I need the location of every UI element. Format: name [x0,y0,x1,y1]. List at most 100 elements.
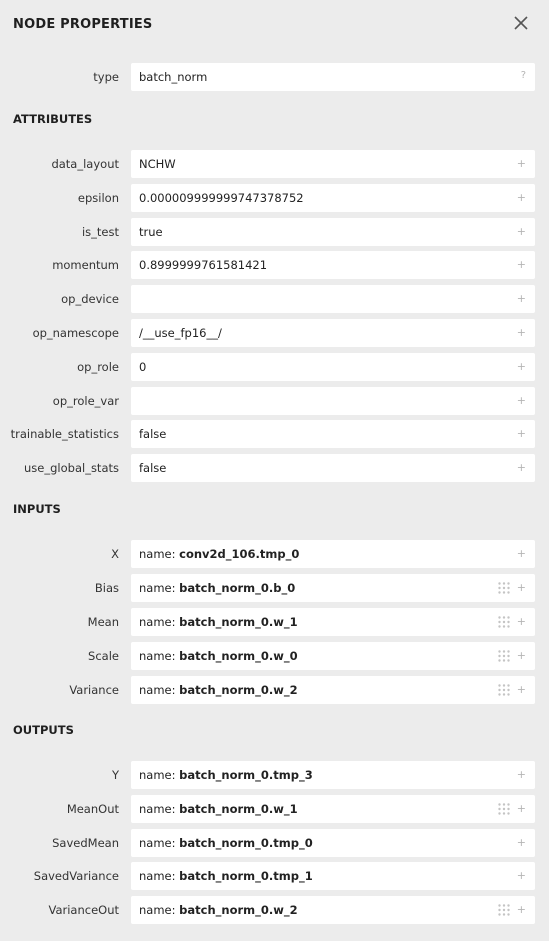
expand-icon[interactable]: + [517,285,526,313]
input-row-value-box[interactable]: name: conv2d_106.tmp_0 + [131,540,535,568]
expand-icon[interactable]: + [517,829,526,857]
panel-title: NODE PROPERTIES [13,17,153,32]
type-value: batch_norm [139,70,208,84]
expand-icon[interactable]: + [517,896,526,924]
attribute-row-label: epsilon [77,191,119,205]
drag-handle-icon[interactable] [498,582,510,594]
input-row-label: X [111,547,119,561]
attribute-row-label: op_device [61,292,119,306]
tensor-name: batch_norm_0.tmp_0 [179,836,313,850]
attribute-row-value-box[interactable]: 0.8999999761581421 + [131,251,535,279]
attribute-row: op_role 0 + [0,353,549,381]
attribute-row-value-box[interactable]: + [131,387,535,415]
attribute-row-label: data_layout [51,157,119,171]
attribute-row-value: true [139,225,163,239]
attribute-row: data_layout NCHW + [0,150,549,178]
input-row-value: name: batch_norm_0.w_2 [139,676,298,704]
expand-icon[interactable]: + [517,642,526,670]
output-row-value-box[interactable]: name: batch_norm_0.tmp_1 + [131,862,535,890]
attribute-row-value-box[interactable]: true + [131,218,535,246]
drag-handle-icon[interactable] [498,650,510,662]
name-prefix: name: [139,802,180,816]
section-attributes: ATTRIBUTES [13,112,93,126]
input-row: Scale name: batch_norm_0.w_0 + [0,642,549,670]
output-row: SavedVariance name: batch_norm_0.tmp_1 + [0,862,549,890]
input-row-value-box[interactable]: name: batch_norm_0.w_0 + [131,642,535,670]
attribute-row-label: is_test [81,225,119,239]
attribute-row-value: NCHW [139,157,176,171]
expand-icon[interactable]: + [517,353,526,381]
attribute-row-value-box[interactable]: 0.000009999999747378752 + [131,184,535,212]
tensor-name: batch_norm_0.w_2 [179,903,298,917]
drag-handle-icon[interactable] [498,616,510,628]
help-icon[interactable]: ? [521,63,526,91]
expand-icon[interactable]: + [517,218,526,246]
name-prefix: name: [139,683,180,697]
output-row-value-box[interactable]: name: batch_norm_0.tmp_3 + [131,761,535,789]
input-row: Variance name: batch_norm_0.w_2 + [0,676,549,704]
output-row-value: name: batch_norm_0.w_2 [139,896,298,924]
drag-handle-icon[interactable] [498,684,510,696]
expand-icon[interactable]: + [517,454,526,482]
attribute-row-label: op_namescope [32,326,119,340]
output-row-value-box[interactable]: name: batch_norm_0.tmp_0 + [131,829,535,857]
output-row-value-box[interactable]: name: batch_norm_0.w_1 + [131,795,535,823]
drag-handle-icon[interactable] [498,803,510,815]
attribute-row-value-box[interactable]: /__use_fp16__/ + [131,319,535,347]
tensor-name: batch_norm_0.b_0 [179,581,296,595]
expand-icon[interactable]: + [517,184,526,212]
name-prefix: name: [139,615,180,629]
expand-icon[interactable]: + [517,319,526,347]
attribute-row: momentum 0.8999999761581421 + [0,251,549,279]
output-row-label: VarianceOut [48,903,119,917]
tensor-name: batch_norm_0.tmp_1 [179,869,313,883]
input-row-value-box[interactable]: name: batch_norm_0.b_0 + [131,574,535,602]
attribute-row-value-box[interactable]: + [131,285,535,313]
expand-icon[interactable]: + [517,387,526,415]
output-row: SavedMean name: batch_norm_0.tmp_0 + [0,829,549,857]
attribute-row-value-box[interactable]: 0 + [131,353,535,381]
drag-handle-icon[interactable] [498,904,510,916]
expand-icon[interactable]: + [517,251,526,279]
attribute-row-value: 0 [139,360,147,374]
attribute-row-value: false [139,427,167,441]
input-row-value: name: conv2d_106.tmp_0 [139,540,299,568]
name-prefix: name: [139,581,180,595]
type-label: type [93,70,119,84]
type-value-box[interactable]: batch_norm ? [131,63,535,91]
input-row: Mean name: batch_norm_0.w_1 + [0,608,549,636]
tensor-name: batch_norm_0.w_1 [179,802,298,816]
input-row-value: name: batch_norm_0.b_0 [139,574,295,602]
node-properties-panel: NODE PROPERTIES type batch_norm ? ATTRIB… [0,0,549,941]
output-row-label: SavedVariance [33,869,119,883]
output-row: VarianceOut name: batch_norm_0.w_2 + [0,896,549,924]
input-row-value-box[interactable]: name: batch_norm_0.w_1 + [131,608,535,636]
attribute-row-value-box[interactable]: false + [131,454,535,482]
attribute-row-value: /__use_fp16__/ [139,326,222,340]
expand-icon[interactable]: + [517,676,526,704]
attribute-row-label: op_role [77,360,119,374]
expand-icon[interactable]: + [517,420,526,448]
attribute-row-value: 0.000009999999747378752 [139,191,304,205]
tensor-name: conv2d_106.tmp_0 [179,547,300,561]
attribute-row: op_device + [0,285,549,313]
attribute-row-label: op_role_var [52,394,119,408]
attribute-row-value-box[interactable]: false + [131,420,535,448]
expand-icon[interactable]: + [517,862,526,890]
tensor-name: batch_norm_0.w_0 [179,649,298,663]
expand-icon[interactable]: + [517,574,526,602]
attribute-row-value-box[interactable]: NCHW + [131,150,535,178]
output-row-value: name: batch_norm_0.tmp_1 [139,862,313,890]
close-icon[interactable] [512,14,530,32]
output-row-value: name: batch_norm_0.tmp_3 [139,761,313,789]
expand-icon[interactable]: + [517,608,526,636]
input-row-value: name: batch_norm_0.w_0 [139,642,298,670]
input-row-value-box[interactable]: name: batch_norm_0.w_2 + [131,676,535,704]
output-row-value-box[interactable]: name: batch_norm_0.w_2 + [131,896,535,924]
section-inputs: INPUTS [13,502,61,516]
input-row-label: Bias [94,581,119,595]
expand-icon[interactable]: + [517,761,526,789]
expand-icon[interactable]: + [517,150,526,178]
expand-icon[interactable]: + [517,795,526,823]
expand-icon[interactable]: + [517,540,526,568]
